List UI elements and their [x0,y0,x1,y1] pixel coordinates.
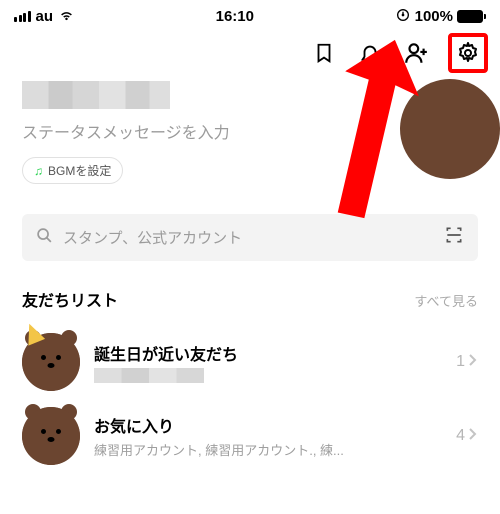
battery-icon [457,10,486,23]
chevron-right-icon [468,427,478,446]
see-all-link[interactable]: すべて見る [414,291,478,310]
search-icon [36,227,53,249]
list-item[interactable]: 誕生日が近い友だち 1 [22,325,478,399]
friend-row-subtitle: 練習用アカウント, 練習用アカウント., 練... [94,440,442,459]
scan-icon[interactable] [444,225,464,250]
friend-count: 1 [456,353,478,372]
notifications-button[interactable] [356,39,384,67]
profile-section: ステータスメッセージを入力 ♫ BGMを設定 [0,75,500,188]
settings-button[interactable] [448,33,488,73]
orientation-lock-icon [395,7,411,27]
bookmark-button[interactable] [310,39,338,67]
avatar [22,407,80,465]
music-note-icon: ♫ [34,164,43,178]
add-friend-button[interactable] [402,39,430,67]
status-bar: au 16:10 100% [0,0,500,29]
friend-row-subtitle-redacted [94,368,204,383]
bgm-set-button[interactable]: ♫ BGMを設定 [22,157,123,184]
signal-icon [14,11,31,22]
search-placeholder: スタンプ、公式アカウント [63,227,434,248]
bgm-label: BGMを設定 [48,162,111,179]
chevron-right-icon [468,353,478,372]
friends-section-title: 友だちリスト [22,287,118,311]
top-toolbar [0,29,500,75]
list-item[interactable]: お気に入り 練習用アカウント, 練習用アカウント., 練... 4 [22,399,478,473]
friend-row-title: 誕生日が近い友だち [94,341,442,365]
friend-row-title: お気に入り [94,413,442,437]
friends-section: 友だちリスト すべて見る 誕生日が近い友だち 1 お気に入り 練習用アカウント,… [0,261,500,473]
search-field[interactable]: スタンプ、公式アカウント [22,214,478,261]
profile-avatar[interactable] [400,79,500,179]
clock: 16:10 [216,8,254,25]
friend-count: 4 [456,427,478,446]
avatar [22,333,80,391]
wifi-icon [58,6,75,27]
battery-percent: 100% [415,8,453,25]
profile-name-redacted [22,81,170,109]
carrier-label: au [36,8,54,25]
